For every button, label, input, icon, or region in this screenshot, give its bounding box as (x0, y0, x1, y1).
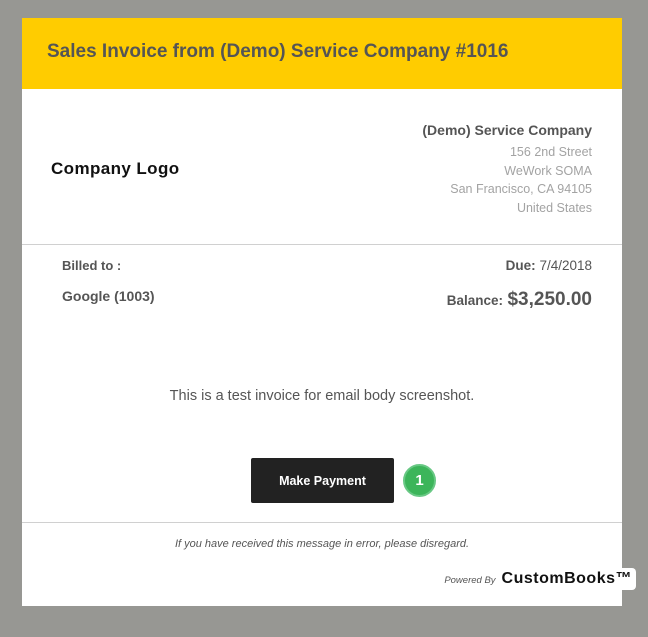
invoice-title: Sales Invoice from (Demo) Service Compan… (47, 41, 509, 62)
header-divider (22, 244, 622, 245)
address-line: WeWork SOMA (504, 163, 592, 178)
brand-name: CustomBooks™ (501, 570, 632, 587)
due-label: Due: (505, 258, 536, 273)
customer-name: Google (1003) (62, 288, 155, 304)
step-number-badge: 1 (403, 464, 436, 497)
make-payment-button[interactable]: Make Payment (251, 458, 394, 503)
powered-by-label: Powered By (444, 575, 496, 586)
footer-divider (22, 522, 622, 523)
address-line: San Francisco, CA 94105 (450, 182, 592, 196)
balance-amount: $3,250.00 (507, 289, 592, 310)
footer-disclaimer: If you have received this message in err… (174, 538, 470, 550)
company-name: (Demo) Service Company (422, 122, 592, 138)
due-date: Due: 7/4/2018 (506, 258, 592, 273)
balance-label: Balance: (446, 293, 504, 308)
invoice-header: Sales Invoice from (Demo) Service Compan… (22, 18, 622, 89)
company-logo: Company Logo (51, 159, 180, 178)
address-line: United States (516, 200, 592, 215)
powered-by: Powered By CustomBooks™ (436, 568, 636, 590)
due-value: 7/4/2018 (539, 258, 592, 273)
billed-to-label: Billed to : (62, 258, 122, 273)
balance: Balance: $3,250.00 (447, 289, 592, 311)
invoice-message: This is a test invoice for email body sc… (169, 388, 475, 404)
invoice-email: Sales Invoice from (Demo) Service Compan… (22, 18, 636, 606)
company-address-block: (Demo) Service Company 156 2nd Street We… (422, 122, 592, 217)
address-line: 156 2nd Street (509, 145, 592, 159)
